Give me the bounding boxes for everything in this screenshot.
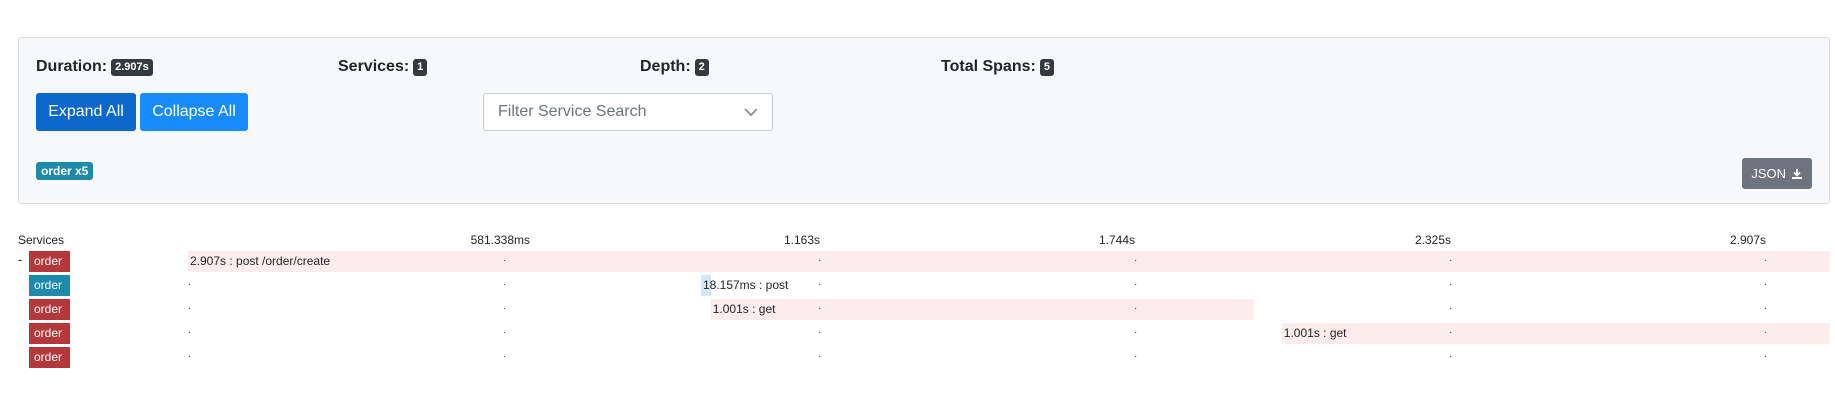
- services-badge: 1: [413, 58, 428, 76]
- grid-dot: ·: [188, 279, 192, 290]
- service-label[interactable]: order: [29, 275, 70, 296]
- grid-dot: ·: [1134, 327, 1138, 338]
- span-bar-label: 1.001s : get: [712, 302, 776, 316]
- expand-all-button[interactable]: Expand All: [36, 93, 136, 131]
- depth-badge: 2: [694, 58, 709, 76]
- grid-dot: ·: [818, 255, 822, 266]
- depth-label: Depth:: [640, 58, 691, 75]
- span-row[interactable]: order 1.001s : get · · · · · ·: [0, 298, 1835, 321]
- span-bar[interactable]: [1281, 323, 1830, 344]
- grid-dot: ·: [503, 279, 507, 290]
- service-tag[interactable]: order x5: [36, 162, 94, 180]
- span-row[interactable]: order 18.157ms : post · · · · · ·: [0, 274, 1835, 297]
- grid-dot: ·: [188, 303, 192, 314]
- depth-stat: Depth: 2: [640, 58, 709, 76]
- grid-dot: ·: [1764, 351, 1768, 362]
- services-column-header: Services: [18, 233, 65, 247]
- span-bar[interactable]: [710, 299, 1255, 320]
- grid-dot: ·: [1764, 303, 1768, 314]
- grid-dot: ·: [503, 303, 507, 314]
- grid-dot: ·: [818, 303, 822, 314]
- grid-dot: ·: [503, 255, 507, 266]
- tick-label-1: 581.338ms: [470, 233, 530, 247]
- total-spans-label: Total Spans:: [941, 58, 1036, 75]
- chevron-down-icon[interactable]: [744, 105, 758, 119]
- grid-dot: ·: [1449, 327, 1453, 338]
- grid-dot: ·: [818, 351, 822, 362]
- download-icon: [1792, 168, 1802, 179]
- duration-badge: 2.907s: [111, 58, 153, 76]
- grid-dot: ·: [1134, 351, 1138, 362]
- services-label: Services:: [338, 58, 410, 75]
- grid-dot: ·: [188, 327, 192, 338]
- grid-dot: ·: [1764, 327, 1768, 338]
- duration-label: Duration:: [36, 58, 108, 75]
- service-label[interactable]: order: [29, 323, 70, 344]
- trace-timeline: Services 581.338ms 1.163s 1.744s 2.325s …: [0, 230, 1835, 380]
- span-bar-label: 18.157ms : post: [702, 278, 789, 292]
- grid-dot: ·: [1449, 279, 1453, 290]
- services-stat: Services: 1: [338, 58, 428, 76]
- grid-dot: ·: [503, 327, 507, 338]
- tick-label-4: 2.325s: [1414, 233, 1451, 247]
- span-row[interactable]: order 1.001s : get · · · · · ·: [0, 322, 1835, 345]
- trace-summary-panel: Duration: 2.907s Services: 1 Depth: 2 To…: [18, 37, 1830, 204]
- collapse-all-button[interactable]: Collapse All: [140, 93, 248, 131]
- tick-label-5: 2.907s: [1729, 233, 1766, 247]
- collapse-toggle[interactable]: -: [18, 252, 22, 267]
- grid-dot: ·: [1134, 303, 1138, 314]
- span-row[interactable]: - order 2.907s : post /order/create · · · · ·: [0, 250, 1835, 273]
- duration-stat: Duration: 2.907s: [36, 58, 153, 76]
- grid-dot: ·: [1449, 255, 1453, 266]
- service-label[interactable]: order: [29, 251, 70, 272]
- grid-dot: ·: [503, 351, 507, 362]
- grid-dot: ·: [1134, 255, 1138, 266]
- total-spans-stat: Total Spans: 5: [941, 58, 1054, 76]
- grid-dot: ·: [1764, 279, 1768, 290]
- total-spans-badge: 5: [1039, 58, 1054, 76]
- grid-dot: ·: [818, 279, 822, 290]
- span-bar[interactable]: [188, 251, 1830, 272]
- filter-service-select[interactable]: Filter Service Search: [483, 93, 773, 131]
- filter-service-placeholder: Filter Service Search: [498, 103, 647, 120]
- grid-dot: ·: [818, 327, 822, 338]
- tick-label-2: 1.163s: [783, 233, 820, 247]
- json-download-button[interactable]: JSON: [1742, 158, 1812, 189]
- grid-dot: ·: [188, 351, 192, 362]
- span-bar-label: 2.907s : post /order/create: [190, 254, 331, 268]
- grid-dot: ·: [1449, 351, 1453, 362]
- grid-dot: ·: [1134, 279, 1138, 290]
- span-row[interactable]: order · · · · · ·: [0, 346, 1835, 369]
- grid-dot: ·: [1764, 255, 1768, 266]
- service-label[interactable]: order: [29, 299, 70, 320]
- json-label: JSON: [1751, 166, 1786, 181]
- grid-dot: ·: [1449, 303, 1453, 314]
- service-label[interactable]: order: [29, 347, 70, 368]
- tick-label-3: 1.744s: [1098, 233, 1135, 247]
- span-bar-label: 1.001s : get: [1283, 326, 1347, 340]
